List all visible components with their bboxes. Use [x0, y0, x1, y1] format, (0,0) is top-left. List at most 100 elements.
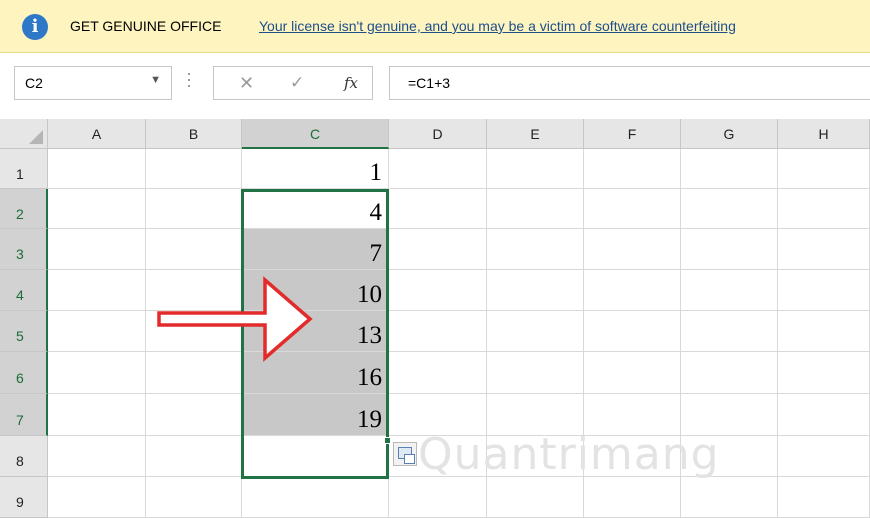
cell-c7[interactable]: 19 — [242, 394, 389, 436]
cell-a7[interactable] — [48, 394, 146, 436]
cell-f9[interactable] — [584, 477, 681, 518]
cell-a9[interactable] — [48, 477, 146, 518]
row-header-2[interactable]: 2 — [0, 189, 48, 229]
formula-input[interactable]: =C1+3 — [389, 66, 870, 100]
name-box-value: C2 — [25, 75, 43, 91]
cell-value: 13 — [357, 322, 382, 349]
column-header-e[interactable]: E — [487, 119, 584, 149]
cell-c9[interactable] — [242, 477, 389, 518]
cell-h5[interactable] — [778, 311, 870, 352]
cell-g3[interactable] — [681, 229, 778, 270]
cell-c1[interactable]: 1 — [242, 149, 389, 189]
column-header-c[interactable]: C — [242, 119, 389, 149]
row-header-5[interactable]: 5 — [0, 311, 48, 352]
autofill-options-icon[interactable] — [393, 442, 417, 466]
cell-d3[interactable] — [389, 229, 487, 270]
cell-f1[interactable] — [584, 149, 681, 189]
cell-a1[interactable] — [48, 149, 146, 189]
cell-h3[interactable] — [778, 229, 870, 270]
cell-g2[interactable] — [681, 189, 778, 229]
cell-c2[interactable]: 4 — [242, 189, 389, 229]
cell-h4[interactable] — [778, 270, 870, 311]
select-all-button[interactable] — [0, 119, 48, 149]
cell-e9[interactable] — [487, 477, 584, 518]
drag-handle-icon[interactable] — [188, 73, 191, 93]
formula-bar: C2 ▼ ✕ ✓ fx =C1+3 — [0, 53, 870, 119]
cell-value: 10 — [357, 281, 382, 308]
name-box[interactable]: C2 ▼ — [14, 66, 172, 100]
cell-value: 16 — [357, 364, 382, 391]
cell-f4[interactable] — [584, 270, 681, 311]
cell-d6[interactable] — [389, 352, 487, 394]
cell-a2[interactable] — [48, 189, 146, 229]
cell-c3[interactable]: 7 — [242, 229, 389, 270]
fill-handle[interactable] — [384, 437, 391, 444]
cell-h1[interactable] — [778, 149, 870, 189]
row-header-9[interactable]: 9 — [0, 477, 48, 518]
check-icon[interactable]: ✓ — [290, 73, 304, 93]
info-icon: i — [22, 14, 48, 40]
cell-g6[interactable] — [681, 352, 778, 394]
cell-g1[interactable] — [681, 149, 778, 189]
cell-e1[interactable] — [487, 149, 584, 189]
cell-d4[interactable] — [389, 270, 487, 311]
column-header-h[interactable]: H — [778, 119, 870, 149]
cell-e5[interactable] — [487, 311, 584, 352]
cell-g5[interactable] — [681, 311, 778, 352]
watermark: Quantrimang — [418, 429, 720, 480]
cell-e2[interactable] — [487, 189, 584, 229]
cell-e6[interactable] — [487, 352, 584, 394]
cell-e3[interactable] — [487, 229, 584, 270]
cell-f5[interactable] — [584, 311, 681, 352]
cell-e4[interactable] — [487, 270, 584, 311]
red-arrow-icon — [157, 276, 313, 362]
formula-text: =C1+3 — [408, 75, 451, 91]
cell-a6[interactable] — [48, 352, 146, 394]
cell-value: 1 — [369, 159, 383, 186]
cell-g4[interactable] — [681, 270, 778, 311]
row-header-6[interactable]: 6 — [0, 352, 48, 394]
cancel-icon[interactable]: ✕ — [239, 73, 254, 94]
column-header-g[interactable]: G — [681, 119, 778, 149]
cell-a4[interactable] — [48, 270, 146, 311]
license-warning-title: GET GENUINE OFFICE — [70, 18, 222, 34]
row-header-1[interactable]: 1 — [0, 149, 48, 189]
cell-value: 7 — [369, 240, 383, 267]
cell-f6[interactable] — [584, 352, 681, 394]
license-warning-link[interactable]: Your license isn't genuine, and you may … — [259, 18, 736, 34]
cell-h6[interactable] — [778, 352, 870, 394]
cell-g9[interactable] — [681, 477, 778, 518]
column-header-b[interactable]: B — [146, 119, 242, 149]
column-header-a[interactable]: A — [48, 119, 146, 149]
cell-d9[interactable] — [389, 477, 487, 518]
row-header-7[interactable]: 7 — [0, 394, 48, 436]
cell-d1[interactable] — [389, 149, 487, 189]
cell-d5[interactable] — [389, 311, 487, 352]
cell-h7[interactable] — [778, 394, 870, 436]
cell-h8[interactable] — [778, 436, 870, 477]
column-header-f[interactable]: F — [584, 119, 681, 149]
worksheet-grid: ABCDEFGH 123456789 1 4 7 10 13 16 19 Quantrima… — [0, 119, 870, 518]
row-header-8[interactable]: 8 — [0, 436, 48, 477]
row-header-3[interactable]: 3 — [0, 229, 48, 270]
cell-a5[interactable] — [48, 311, 146, 352]
cell-f2[interactable] — [584, 189, 681, 229]
cell-a3[interactable] — [48, 229, 146, 270]
cell-b9[interactable] — [146, 477, 242, 518]
cell-b3[interactable] — [146, 229, 242, 270]
cell-a8[interactable] — [48, 436, 146, 477]
cell-d2[interactable] — [389, 189, 487, 229]
insert-function-icon[interactable]: fx — [344, 74, 358, 92]
column-header-d[interactable]: D — [389, 119, 487, 149]
cell-h9[interactable] — [778, 477, 870, 518]
cell-value: 19 — [357, 406, 382, 433]
row-header-4[interactable]: 4 — [0, 270, 48, 311]
cell-b7[interactable] — [146, 394, 242, 436]
chevron-down-icon[interactable]: ▼ — [150, 74, 161, 86]
cell-b8[interactable] — [146, 436, 242, 477]
cell-h2[interactable] — [778, 189, 870, 229]
cell-c8[interactable] — [242, 436, 389, 477]
cell-b2[interactable] — [146, 189, 242, 229]
cell-b1[interactable] — [146, 149, 242, 189]
cell-f3[interactable] — [584, 229, 681, 270]
